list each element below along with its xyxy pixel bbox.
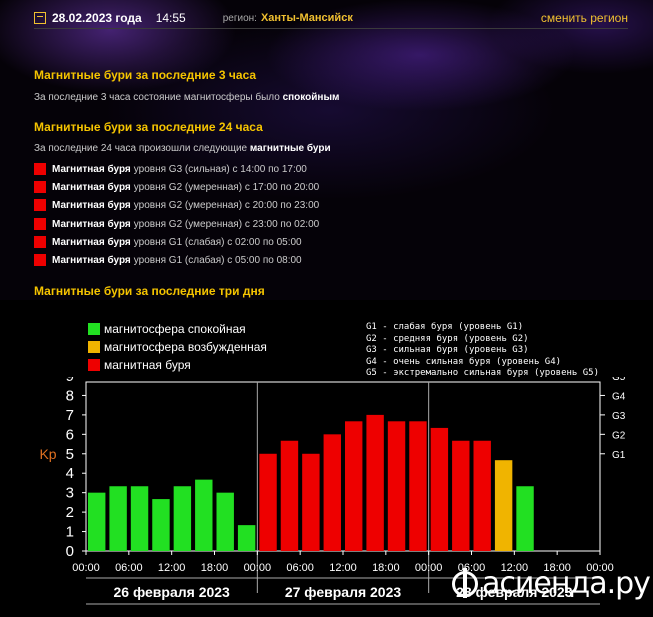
chart-legend: магнитосфера спокойная магнитосфера возб…: [88, 320, 267, 374]
storm-marker: [34, 163, 46, 175]
legend-swatch: [88, 323, 100, 335]
g-tick-label: G2: [612, 430, 626, 441]
legend-swatch: [88, 359, 100, 371]
kp-bar: [237, 525, 256, 551]
kp-bar: [452, 440, 470, 551]
section-3h-title: Магнитные бури за последние 3 часа: [34, 68, 257, 82]
storm-marker: [34, 181, 46, 193]
g-tick-label: G5: [612, 377, 626, 383]
y-tick-label: 3: [66, 485, 74, 502]
kp-bar: [280, 440, 299, 551]
storm-item: Магнитная буря уровня G2 (умеренная) с 23…: [34, 218, 319, 230]
kp-bar: [345, 421, 363, 551]
kp-bar: [409, 421, 427, 551]
day-label: 27 февраля 2023: [285, 584, 402, 600]
watermark: асиенда.ру: [452, 566, 651, 601]
y-axis-label: Kp: [39, 446, 56, 462]
storm-item: Магнитная буря уровня G1 (слабая) с 05:00…: [34, 254, 302, 266]
kp-bar: [387, 421, 406, 551]
kp-bar: [259, 453, 277, 551]
storm-item: Магнитная буря уровня G3 (сильная) с 14:0…: [34, 163, 307, 175]
kp-bar: [109, 486, 127, 551]
section-24h-text: За последние 24 часа произошли следующие…: [34, 143, 331, 154]
section-3d-title: Магнитные бури за последние три дня: [34, 284, 265, 298]
change-region-link[interactable]: сменить регион: [541, 11, 628, 25]
kp-bar: [430, 427, 449, 551]
y-tick-label: 6: [66, 426, 74, 443]
y-tick-label: 5: [66, 446, 74, 463]
legend-item-calm: магнитосфера спокойная: [88, 320, 267, 338]
storm-marker: [34, 254, 46, 266]
x-tick-label: 00:00: [244, 562, 272, 574]
kp-bar: [494, 460, 513, 551]
kp-bar: [302, 453, 320, 551]
calendar-icon: [34, 12, 46, 24]
top-bar: 28.02.2023 года 14:55 регион: Ханты-Манс…: [34, 8, 628, 29]
y-tick-label: 2: [66, 504, 74, 521]
g-tick-label: G1: [612, 450, 626, 461]
storm-item: Магнитная буря уровня G1 (слабая) с 02:00…: [34, 236, 302, 248]
g-level-item: G4 - очень сильная буря (уровень G4): [366, 356, 562, 367]
y-tick-label: 0: [66, 543, 74, 560]
y-tick-label: 8: [66, 387, 74, 404]
g-level-item: G3 - сильная буря (уровень G3): [366, 345, 529, 355]
storm-item: Магнитная буря уровня G2 (умеренная) с 17…: [34, 181, 319, 193]
current-time: 14:55: [155, 11, 186, 25]
x-tick-label: 00:00: [72, 562, 100, 574]
kp-bar: [366, 414, 384, 551]
x-tick-label: 12:00: [329, 562, 357, 574]
g-tick-label: G4: [612, 391, 626, 402]
day-label: 26 февраля 2023: [113, 584, 230, 600]
y-tick-label: 4: [66, 465, 74, 482]
y-tick-label: 9: [66, 377, 74, 385]
x-tick-label: 00:00: [415, 562, 443, 574]
x-tick-label: 18:00: [201, 562, 229, 574]
g-level-item: G2 - средняя буря (уровень G2): [366, 333, 529, 344]
kp-bar: [473, 440, 491, 551]
x-tick-label: 06:00: [286, 562, 314, 574]
region-label: регион:: [222, 12, 257, 24]
kp-bar: [195, 479, 213, 551]
kp-bar: [216, 492, 234, 551]
storm-marker: [34, 236, 46, 248]
watermark-logo-icon: [452, 567, 478, 598]
legend-item-storm: магнитная буря: [88, 356, 267, 374]
y-tick-label: 7: [66, 407, 74, 424]
storm-marker: [34, 199, 46, 211]
kp-bar: [323, 434, 341, 551]
kp-bar: [516, 486, 534, 551]
kp-bar: [173, 486, 192, 551]
current-date: 28.02.2023 года: [52, 11, 142, 25]
x-tick-label: 18:00: [372, 562, 400, 574]
kp-bar: [88, 492, 106, 551]
g-level-legend: G1 - слабая буря (уровень G1) G2 - средн…: [366, 322, 599, 380]
storm-item: Магнитная буря уровня G2 (умеренная) с 20…: [34, 199, 319, 211]
section-3h-text: За последние 3 часа состояние магнитосфе…: [34, 92, 340, 103]
region-name: Ханты-Мансийск: [260, 12, 353, 24]
g-tick-label: G3: [612, 411, 626, 422]
storm-marker: [34, 218, 46, 230]
x-tick-label: 06:00: [115, 562, 143, 574]
legend-item-excited: магнитосфера возбужденная: [88, 338, 267, 356]
kp-bar: [130, 486, 149, 551]
x-tick-label: 12:00: [158, 562, 186, 574]
kp-bar: [152, 499, 170, 551]
g-level-item: G1 - слабая буря (уровень G1): [366, 322, 524, 332]
section-24h-title: Магнитные бури за последние 24 часа: [34, 120, 263, 134]
legend-swatch: [88, 341, 100, 353]
y-tick-label: 1: [66, 524, 74, 541]
